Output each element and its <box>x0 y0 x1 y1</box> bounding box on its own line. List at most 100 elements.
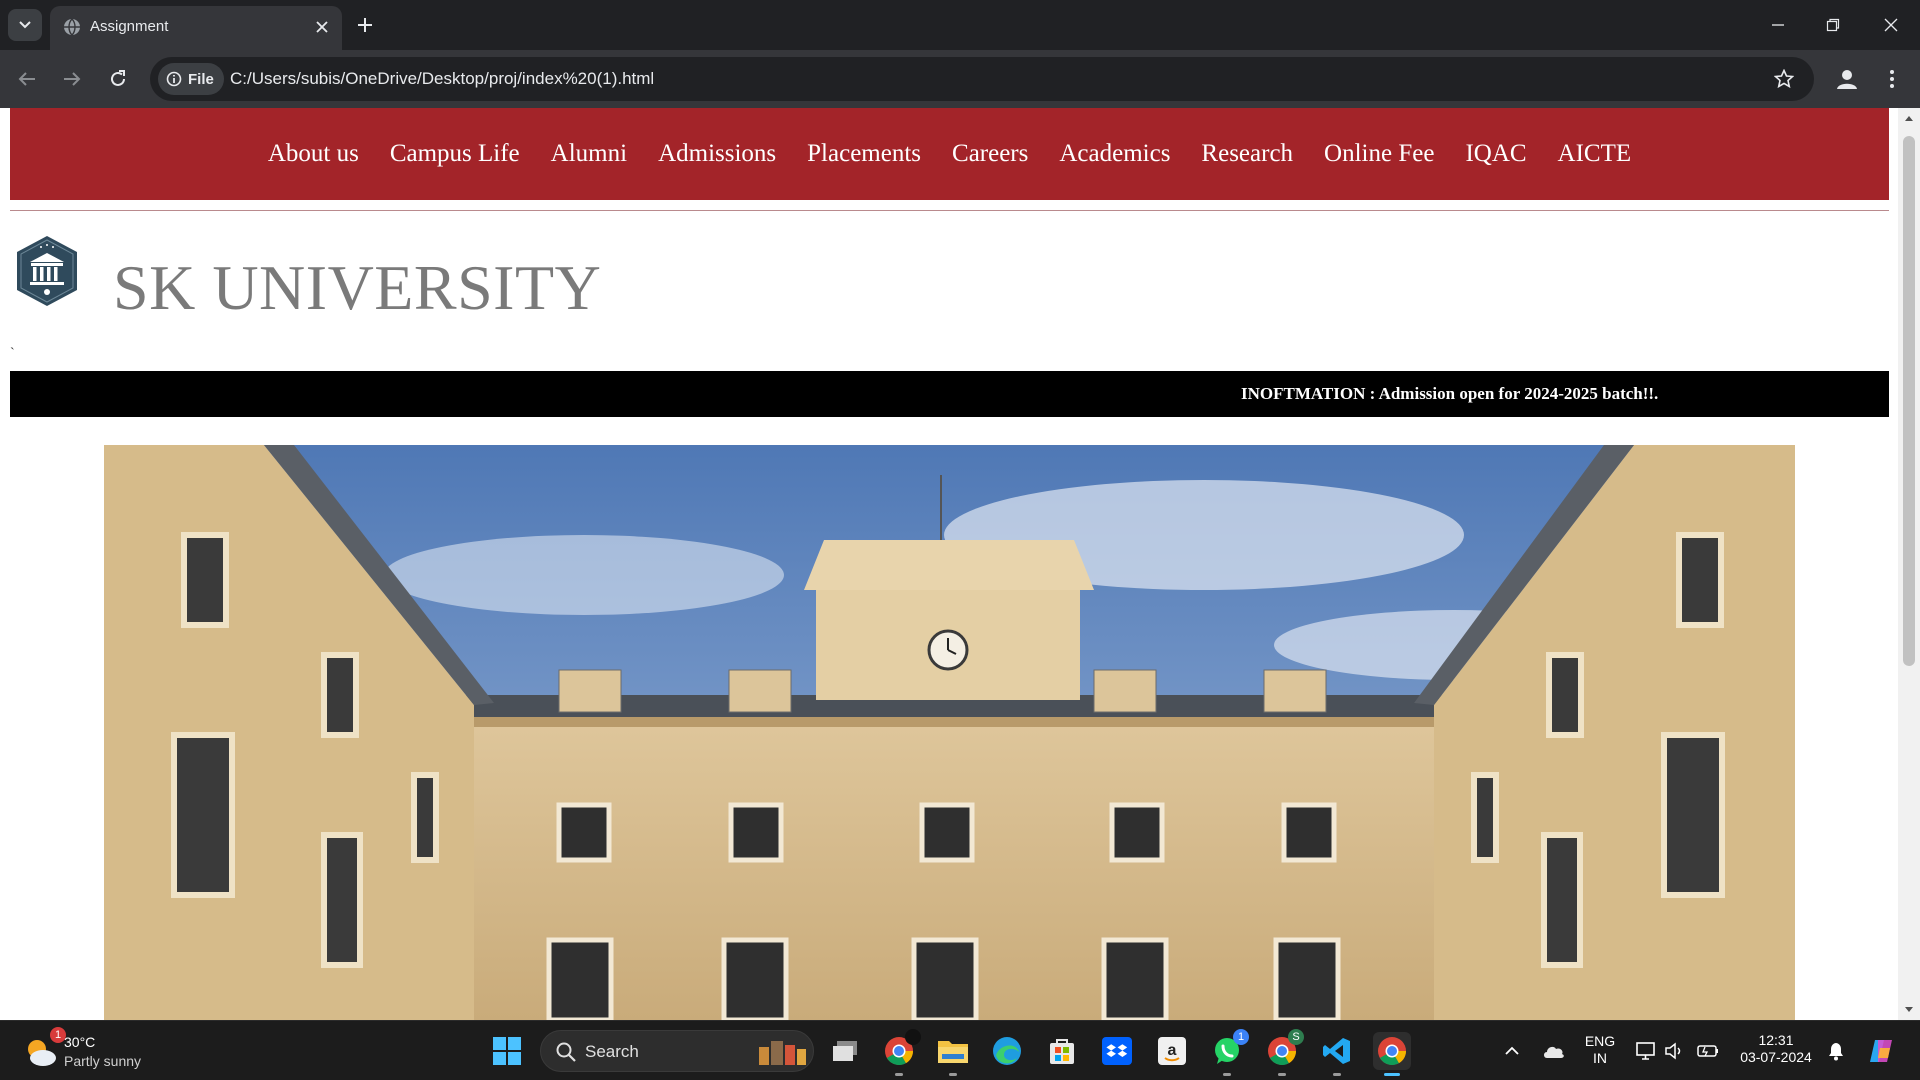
search-label: Search <box>585 1042 639 1061</box>
weather-temperature: 30°C <box>64 1034 96 1050</box>
minimize-button[interactable] <box>1763 10 1793 40</box>
bell-icon <box>1829 1043 1843 1061</box>
language-code: ENG <box>1584 1033 1616 1049</box>
announcement-ticker: INOFTMATION : Admission open for 2024-20… <box>10 371 1889 417</box>
taskbar-chrome-profile[interactable]: S <box>1263 1029 1304 1076</box>
stray-text: ` <box>10 346 15 361</box>
chrome-icon <box>1378 1037 1406 1065</box>
minimize-icon <box>1772 24 1784 26</box>
network-icon <box>1636 1042 1655 1060</box>
task-view-button[interactable] <box>826 1032 864 1070</box>
chevron-up-icon <box>1505 1046 1519 1055</box>
tab-close-button[interactable] <box>312 17 332 37</box>
reload-button[interactable] <box>103 64 133 94</box>
more-vertical-icon <box>1890 70 1894 88</box>
whatsapp-unread-badge: 1 <box>1233 1029 1249 1045</box>
speaker-icon <box>1665 1042 1681 1060</box>
nav-link-research[interactable]: Research <box>1201 139 1293 169</box>
reload-icon <box>111 70 125 86</box>
taskbar-dropbox[interactable] <box>1098 1032 1136 1070</box>
scroll-up-button[interactable] <box>1898 108 1920 128</box>
chevron-down-icon <box>19 21 31 29</box>
dropbox-icon <box>1102 1037 1132 1065</box>
input-language-button[interactable]: ENG IN <box>1582 1033 1618 1067</box>
star-icon <box>1774 69 1794 89</box>
taskbar-vscode[interactable] <box>1318 1032 1356 1076</box>
page-scrollbar[interactable] <box>1898 108 1920 1020</box>
taskbar-search-box[interactable]: Search <box>540 1030 814 1072</box>
nav-link-careers[interactable]: Careers <box>952 139 1028 169</box>
clock-button[interactable]: 12:31 03-07-2024 <box>1728 1032 1824 1066</box>
notifications-button[interactable] <box>1824 1039 1848 1063</box>
address-bar[interactable]: File C:/Users/subis/OneDrive/Desktop/pro… <box>150 57 1814 101</box>
chip-label: File <box>188 70 214 88</box>
taskbar-edge[interactable] <box>988 1032 1026 1070</box>
profile-letter-badge: S <box>1288 1029 1304 1045</box>
running-indicator <box>1278 1073 1286 1076</box>
running-indicator-active <box>1384 1073 1400 1076</box>
site-title: SK UNIVERSITY <box>113 252 602 323</box>
back-button[interactable] <box>12 64 42 94</box>
arrow-right-icon <box>64 72 81 86</box>
store-icon <box>1050 1039 1074 1064</box>
nav-link-academics[interactable]: Academics <box>1059 139 1170 169</box>
running-indicator <box>1333 1073 1341 1076</box>
volume-tray-button[interactable] <box>1662 1039 1686 1063</box>
copilot-button[interactable] <box>1866 1036 1896 1066</box>
browser-menu-button[interactable] <box>1880 64 1904 94</box>
taskbar-whatsapp[interactable]: 1 <box>1208 1029 1249 1076</box>
onedrive-tray-button[interactable] <box>1542 1039 1566 1063</box>
tab-title: Assignment <box>90 18 169 35</box>
nav-link-campus-life[interactable]: Campus Life <box>390 139 520 169</box>
search-highlight-icon <box>759 1041 806 1065</box>
bookmark-button[interactable] <box>1772 67 1796 91</box>
nav-link-alumni[interactable]: Alumni <box>551 139 627 169</box>
taskbar-amazon[interactable]: a <box>1153 1032 1191 1070</box>
restore-button[interactable] <box>1818 10 1848 40</box>
taskbar-file-explorer[interactable] <box>934 1032 972 1076</box>
nav-link-iqac[interactable]: IQAC <box>1465 139 1526 169</box>
nav-link-about-us[interactable]: About us <box>268 139 359 169</box>
clock-time: 12:31 <box>1758 1032 1794 1048</box>
nav-link-online-fee[interactable]: Online Fee <box>1324 139 1434 169</box>
taskbar-microsoft-store[interactable] <box>1043 1032 1081 1070</box>
page-viewport: About us Campus Life Alumni Admissions P… <box>0 108 1920 1020</box>
browser-tab-strip: Assignment <box>0 0 1920 50</box>
globe-icon <box>64 18 80 36</box>
nav-link-aicte[interactable]: AICTE <box>1558 139 1632 169</box>
announcement-text: INOFTMATION : Admission open for 2024-20… <box>1241 384 1659 403</box>
scrollbar-thumb[interactable] <box>1903 136 1915 666</box>
start-button[interactable] <box>488 1032 526 1070</box>
running-indicator <box>895 1073 903 1076</box>
battery-tray-button[interactable] <box>1696 1039 1720 1063</box>
nav-link-placements[interactable]: Placements <box>807 139 921 169</box>
info-icon <box>166 71 182 87</box>
close-window-button[interactable] <box>1876 10 1906 40</box>
url-text[interactable]: C:/Users/subis/OneDrive/Desktop/proj/ind… <box>230 69 654 89</box>
arrow-left-icon <box>18 72 35 86</box>
site-info-chip[interactable]: File <box>158 63 224 95</box>
profile-button[interactable] <box>1832 64 1862 94</box>
tab-search-button[interactable] <box>8 9 42 41</box>
network-tray-button[interactable] <box>1634 1039 1658 1063</box>
close-icon <box>316 21 328 33</box>
svg-text:a: a <box>1168 1042 1177 1059</box>
close-window-icon <box>1884 18 1898 32</box>
browser-tab-active[interactable]: Assignment <box>50 6 342 50</box>
person-icon <box>1837 70 1857 89</box>
new-tab-button[interactable] <box>352 12 378 38</box>
nav-link-admissions[interactable]: Admissions <box>658 139 776 169</box>
divider <box>10 210 1889 211</box>
weather-widget[interactable]: 1 30°C Partly sunny <box>22 1027 162 1073</box>
taskbar-chrome[interactable] <box>880 1029 921 1076</box>
taskbar-chrome-active[interactable] <box>1373 1032 1411 1076</box>
weather-description: Partly sunny <box>64 1053 142 1069</box>
windows-icon <box>493 1037 521 1065</box>
plus-icon <box>358 18 372 32</box>
triangle-down-icon <box>1905 1007 1913 1012</box>
battery-icon <box>1697 1045 1718 1057</box>
edge-icon <box>993 1037 1021 1065</box>
show-hidden-icons-button[interactable] <box>1500 1039 1524 1063</box>
scroll-down-button[interactable] <box>1898 1000 1920 1020</box>
forward-button[interactable] <box>57 64 87 94</box>
